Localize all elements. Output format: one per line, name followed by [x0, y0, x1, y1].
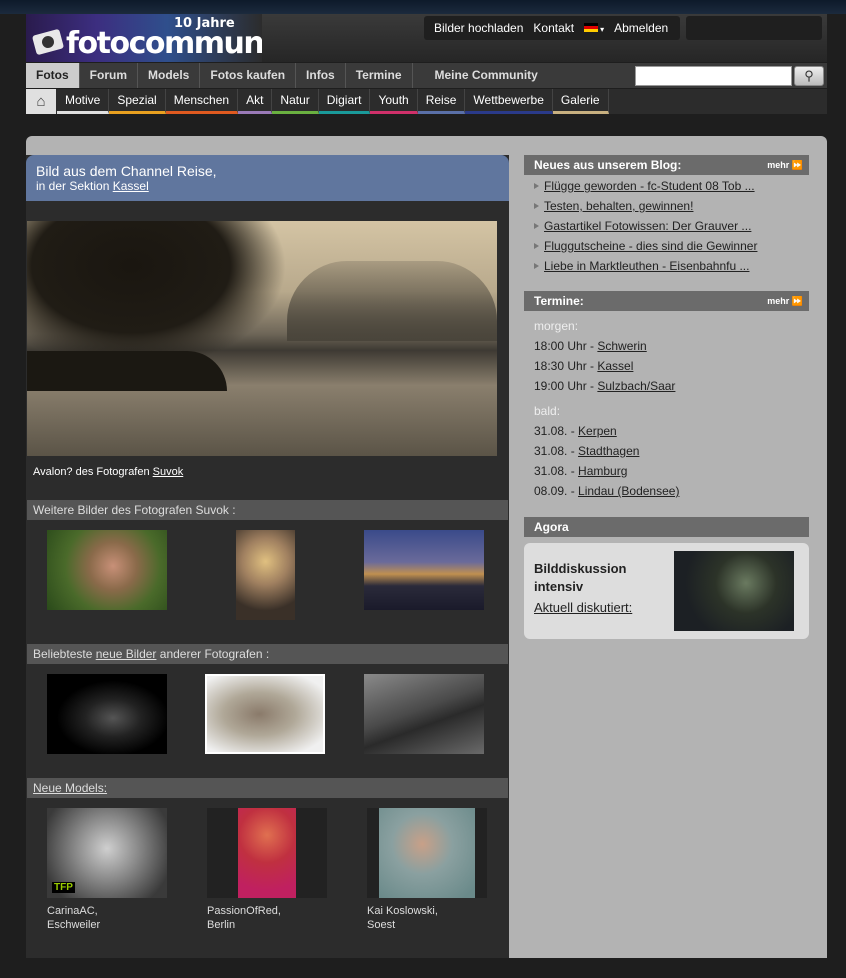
model-photo-1[interactable]: TFP: [47, 808, 167, 898]
more-photos-heading: Weitere Bilder des Fotografen Suvok :: [27, 500, 508, 520]
channel-title: Bild aus dem Channel Reise,: [36, 163, 217, 179]
photo-caption: Avalon? des Fotografen Suvok: [33, 466, 183, 478]
thumb-popular-2[interactable]: [205, 674, 325, 754]
nav-termine[interactable]: Termine: [346, 63, 413, 88]
blog-item[interactable]: Testen, behalten, gewinnen!: [534, 196, 804, 216]
termine-bald: bald: 31.08. - Kerpen 31.08. - Stadthage…: [534, 401, 679, 501]
agora-title: Bilddiskussion intensiv: [534, 561, 627, 594]
agora-heading: Agora: [524, 517, 809, 537]
event-link[interactable]: Hamburg: [578, 464, 627, 478]
search-input[interactable]: [635, 66, 792, 86]
termine-morgen: morgen: 18:00 Uhr - Schwerin 18:30 Uhr -…: [534, 316, 675, 396]
upload-link[interactable]: Bilder hochladen: [434, 21, 523, 35]
model-name[interactable]: Kai Koslowski,: [367, 904, 438, 918]
category-youth[interactable]: Youth: [370, 89, 418, 114]
new-photos-link[interactable]: neue Bilder: [96, 647, 157, 661]
model-city: Eschweiler: [47, 919, 101, 931]
blog-item[interactable]: Flügge geworden - fc-Student 08 Tob ...: [534, 176, 804, 196]
contact-link[interactable]: Kontakt: [533, 21, 574, 35]
language-selector[interactable]: ▾: [584, 21, 604, 35]
nav-infos[interactable]: Infos: [296, 63, 346, 88]
category-akt[interactable]: Akt: [238, 89, 273, 114]
blog-more-link[interactable]: mehr ⏩: [767, 155, 803, 175]
photographer-link[interactable]: Suvok: [153, 466, 184, 478]
blog-heading: Neues aus unserem Blog: mehr ⏩: [524, 155, 809, 175]
search-icon: ⚲: [804, 68, 814, 83]
category-menschen[interactable]: Menschen: [165, 89, 239, 114]
event-link[interactable]: Sulzbach/Saar: [597, 379, 675, 393]
category-digiart[interactable]: Digiart: [318, 89, 371, 114]
flag-de-icon: [584, 23, 599, 32]
new-models-link[interactable]: Neue Models:: [33, 781, 107, 795]
category-wettbewerbe[interactable]: Wettbewerbe: [465, 89, 553, 114]
fotocommunity-logo[interactable]: 10 Jahre fotocommunity: [26, 14, 262, 62]
logout-link[interactable]: Abmelden: [614, 21, 668, 35]
model-name[interactable]: CarinaAC,: [47, 904, 100, 918]
blog-item[interactable]: Gastartikel Fotowissen: Der Grauver ...: [534, 216, 804, 236]
category-motive[interactable]: Motive: [57, 89, 110, 114]
home-icon[interactable]: ⌂: [26, 89, 56, 114]
blog-list: Flügge geworden - fc-Student 08 Tob ... …: [534, 176, 804, 276]
header-user-panel: [686, 16, 822, 40]
featured-photo[interactable]: [27, 221, 497, 456]
event-link[interactable]: Kerpen: [578, 424, 617, 438]
nav-fotos-kaufen[interactable]: Fotos kaufen: [200, 63, 297, 88]
category-reise[interactable]: Reise: [417, 89, 466, 114]
model-photo-2[interactable]: [207, 808, 327, 898]
chevron-down-icon: ▾: [600, 25, 605, 34]
nav-fotos[interactable]: Fotos: [26, 63, 80, 88]
termine-heading: Termine: mehr ⏩: [524, 291, 809, 311]
model-label-3: Kai Koslowski, Soest: [367, 904, 438, 932]
nav-forum[interactable]: Forum: [80, 63, 139, 88]
event-link[interactable]: Stadthagen: [578, 444, 639, 458]
nav-models[interactable]: Models: [138, 63, 201, 88]
model-label-1: CarinaAC, Eschweiler: [47, 904, 100, 932]
termine-more-link[interactable]: mehr ⏩: [767, 291, 803, 311]
thumb-photo-3[interactable]: [364, 530, 484, 610]
tfp-badge: TFP: [52, 882, 75, 893]
section-prefix: in der Sektion: [36, 179, 113, 193]
thumb-popular-1[interactable]: [47, 674, 167, 754]
thumb-photo-2[interactable]: [236, 530, 295, 620]
search-button[interactable]: ⚲: [794, 66, 824, 86]
agora-photo[interactable]: [674, 551, 794, 631]
model-photo-3[interactable]: [367, 808, 487, 898]
morgen-label: morgen:: [534, 319, 579, 333]
model-city: Berlin: [207, 919, 236, 931]
event-link[interactable]: Lindau (Bodensee): [578, 484, 679, 498]
category-natur[interactable]: Natur: [272, 89, 319, 114]
header-links: Bilder hochladen Kontakt ▾ Abmelden: [424, 16, 680, 40]
model-city: Soest: [367, 919, 396, 931]
channel-header: Bild aus dem Channel Reise, in der Sekti…: [26, 155, 509, 201]
nav-meine-community[interactable]: Meine Community: [425, 63, 548, 88]
model-label-2: PassionOfRed, Berlin: [207, 904, 281, 932]
event-link[interactable]: Kassel: [597, 359, 633, 373]
thumb-popular-3[interactable]: [364, 674, 484, 754]
new-models-heading: Neue Models:: [27, 778, 508, 798]
browser-top-strip: [0, 0, 846, 14]
popular-heading: Beliebteste neue Bilder anderer Fotograf…: [27, 644, 508, 664]
agora-link[interactable]: Aktuell diskutiert:: [534, 600, 632, 615]
bald-label: bald:: [534, 404, 561, 418]
model-name[interactable]: PassionOfRed,: [207, 904, 281, 918]
blog-item[interactable]: Fluggutscheine - dies sind die Gewinner: [534, 236, 804, 256]
camera-icon: [31, 28, 65, 56]
section-link[interactable]: Kassel: [113, 179, 149, 193]
logo-text: fotocommunity: [66, 26, 262, 61]
event-link[interactable]: Schwerin: [597, 339, 646, 353]
category-galerie[interactable]: Galerie: [552, 89, 609, 114]
thumb-photo-1[interactable]: [47, 530, 167, 610]
category-spezial[interactable]: Spezial: [109, 89, 166, 114]
blog-item[interactable]: Liebe in Marktleuthen - Eisenbahnfu ...: [534, 256, 804, 276]
category-navigation: ⌂ Motive Spezial Menschen Akt Natur Digiart Yo…: [26, 89, 827, 114]
caption-text: Avalon? des Fotografen: [33, 466, 153, 478]
